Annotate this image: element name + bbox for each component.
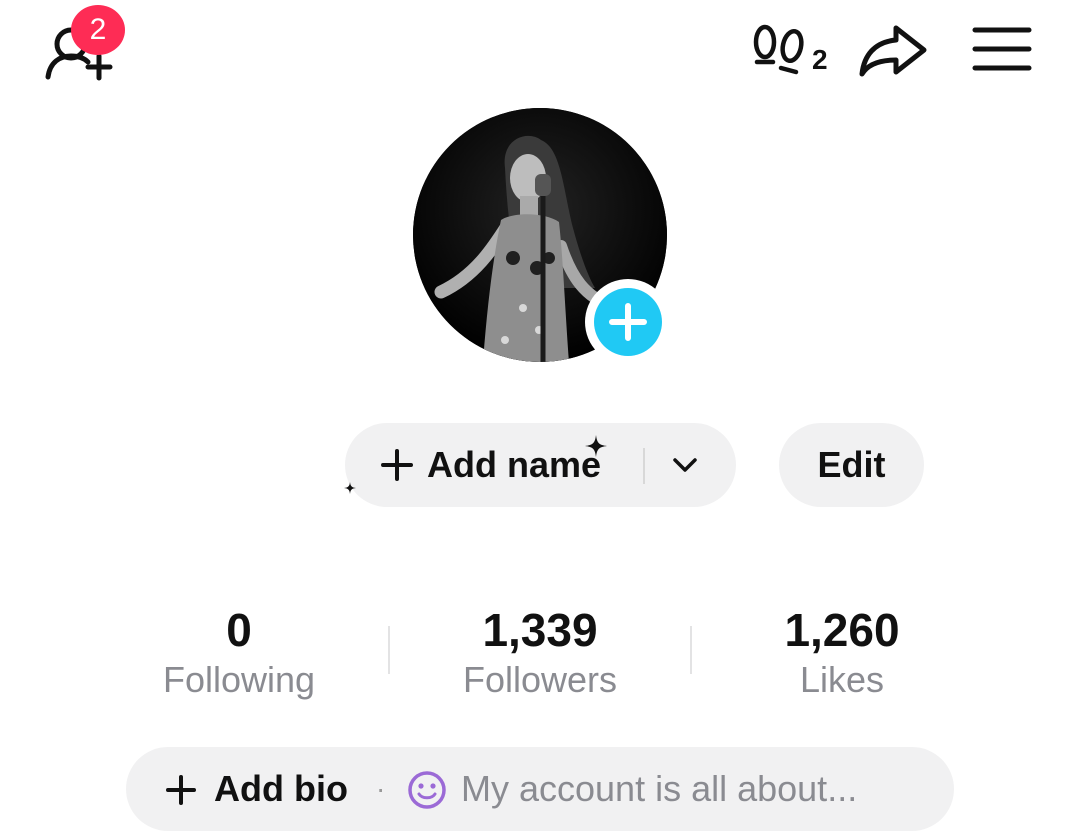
stat-likes[interactable]: 1,260 Likes (722, 604, 962, 702)
likes-label: Likes (799, 659, 885, 700)
smile-icon (408, 771, 446, 809)
chevron-down-icon[interactable] (672, 455, 698, 475)
stat-following[interactable]: 0 Following (119, 604, 359, 702)
stat-divider (388, 626, 390, 674)
profile-views-button[interactable] (750, 22, 812, 80)
followers-label: Followers (462, 659, 618, 700)
add-bio-label: Add bio (214, 768, 348, 809)
likes-count: 1,260 (784, 604, 900, 656)
menu-icon (972, 27, 1032, 71)
profile-views-count: 2 (812, 44, 828, 75)
share-icon (859, 25, 927, 77)
share-button[interactable] (856, 22, 930, 80)
following-count: 0 (226, 604, 252, 656)
stat-followers[interactable]: 1,339 Followers (420, 604, 660, 702)
add-avatar-button[interactable] (585, 279, 671, 365)
menu-button[interactable] (972, 26, 1032, 72)
bio-separator: · (376, 773, 386, 804)
following-label: Following (162, 659, 316, 700)
plus-icon (166, 775, 196, 805)
sparkle-icon (585, 435, 607, 457)
plus-icon (609, 303, 647, 341)
followers-count: 1,339 (482, 604, 598, 656)
stat-divider (690, 626, 692, 674)
friend-requests-badge: 2 (71, 5, 125, 55)
add-name-button[interactable]: Add name (345, 423, 736, 507)
add-name-label: Add name (427, 444, 602, 485)
bio-placeholder: My account is all about... (461, 768, 858, 809)
sparkle-icon (344, 482, 356, 494)
footprint-icon (753, 24, 804, 75)
edit-profile-button[interactable]: Edit (779, 423, 924, 507)
add-bio-button[interactable]: Add bio · My account is all about... (126, 747, 954, 831)
pill-divider (643, 448, 645, 484)
plus-icon (381, 449, 413, 481)
edit-label: Edit (817, 444, 886, 485)
